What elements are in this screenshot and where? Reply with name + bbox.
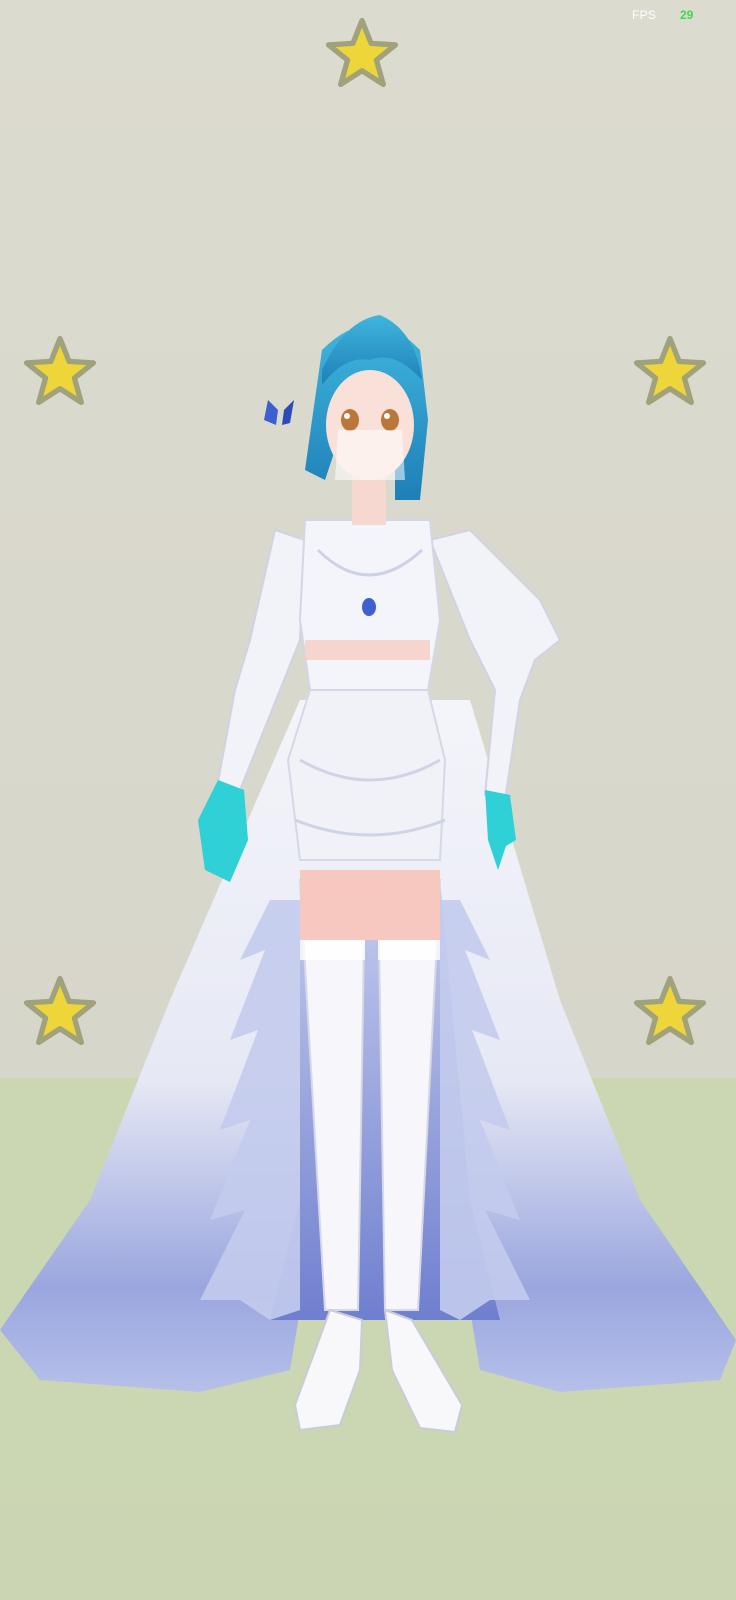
- veil: [335, 430, 405, 480]
- eye-right: [381, 409, 399, 431]
- character-avatar[interactable]: [0, 0, 736, 1600]
- fps-label: FPS: [632, 8, 657, 22]
- eye-left: [341, 409, 359, 431]
- brooch-gem: [362, 598, 376, 616]
- shoes: [293, 1308, 464, 1434]
- fps-counter: 29: [680, 8, 694, 22]
- butterfly-icon: [264, 400, 294, 425]
